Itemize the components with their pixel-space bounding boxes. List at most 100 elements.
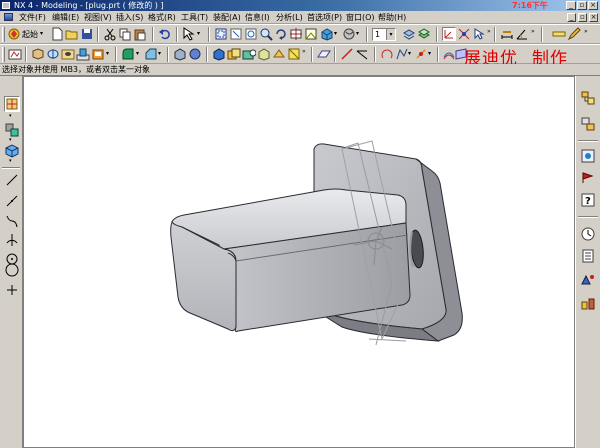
toolbar-overflow-icon[interactable]: »: [531, 28, 535, 35]
sew-icon[interactable]: [188, 47, 202, 61]
web-browser-icon[interactable]: [580, 148, 596, 164]
menu-assemblies[interactable]: 装配(A): [213, 12, 241, 23]
cut-icon[interactable]: [103, 27, 117, 41]
line-icon[interactable]: [355, 47, 369, 61]
assembly-navigator-icon[interactable]: [580, 90, 596, 106]
shaded-cube-icon[interactable]: [4, 143, 20, 159]
pencil-icon[interactable]: [567, 27, 581, 41]
constraint-icon[interactable]: [580, 296, 596, 312]
chevron-down-icon[interactable]: ▾: [136, 50, 139, 57]
history-icon[interactable]: [580, 170, 596, 186]
zoom-in-out-icon[interactable]: [259, 27, 273, 41]
wcs-icon[interactable]: [442, 27, 456, 41]
toolbar-grip[interactable]: [2, 27, 5, 42]
measure-distance-icon[interactable]: [500, 27, 514, 41]
app-icon[interactable]: [2, 2, 10, 9]
shaded-view-icon[interactable]: [320, 27, 334, 41]
extrude-icon[interactable]: [31, 47, 45, 61]
intersect-icon[interactable]: [257, 47, 271, 61]
chamfer-icon[interactable]: [144, 47, 158, 61]
menu-window[interactable]: 窗口(O): [346, 12, 375, 23]
hide-icon[interactable]: [4, 122, 20, 138]
plug-model[interactable]: [24, 77, 575, 448]
chevron-down-icon[interactable]: ▾: [356, 30, 359, 37]
zoom-window-icon[interactable]: [244, 27, 258, 41]
close-button[interactable]: ×: [588, 1, 598, 10]
render-style-icon[interactable]: [342, 27, 356, 41]
split-body-icon[interactable]: [287, 47, 301, 61]
doc-close-button[interactable]: ×: [589, 13, 598, 22]
chevron-down-icon[interactable]: ▾: [428, 50, 431, 57]
restore-button[interactable]: ▫: [577, 1, 587, 10]
chevron-down-icon[interactable]: ▾: [40, 30, 43, 37]
measure-angle-icon[interactable]: [515, 27, 529, 41]
menu-file[interactable]: 文件(F): [19, 12, 46, 23]
subtract-icon[interactable]: [242, 47, 257, 61]
save-icon[interactable]: [80, 27, 94, 41]
ruler-icon[interactable]: [552, 27, 566, 41]
menu-edit[interactable]: 编辑(E): [52, 12, 79, 23]
snap-icon[interactable]: [4, 96, 20, 112]
copy-icon[interactable]: [118, 27, 132, 41]
toolbar-overflow-icon[interactable]: »: [302, 48, 306, 55]
graphics-window[interactable]: [23, 76, 575, 448]
selection-filter-icon[interactable]: [182, 27, 196, 41]
start-icon[interactable]: [7, 27, 21, 41]
snap-point-icon[interactable]: [457, 27, 471, 41]
menu-tools[interactable]: 工具(T): [181, 12, 208, 23]
line-tool-icon[interactable]: [4, 172, 20, 188]
point-icon[interactable]: [414, 47, 428, 61]
arc-tool-icon[interactable]: [4, 232, 20, 248]
menu-preferences[interactable]: 首选项(P): [307, 12, 342, 23]
undo-icon[interactable]: [158, 27, 172, 41]
menu-help[interactable]: 帮助(H): [378, 12, 406, 23]
pocket-icon[interactable]: [91, 47, 105, 61]
revolve-icon[interactable]: [46, 47, 60, 61]
paste-icon[interactable]: [133, 27, 147, 41]
unite-icon[interactable]: [227, 47, 241, 61]
hole-icon[interactable]: [61, 47, 75, 61]
roles-icon[interactable]: [580, 272, 596, 288]
sketch-icon[interactable]: [8, 47, 22, 61]
minimize-button[interactable]: _: [566, 1, 576, 10]
menu-view[interactable]: 视图(V): [84, 12, 112, 23]
layer-dropdown[interactable]: 1 ▾: [372, 28, 396, 41]
datum-plane-icon[interactable]: [317, 47, 331, 61]
chevron-down-icon[interactable]: ▾: [386, 29, 395, 40]
rotate-icon[interactable]: [274, 27, 288, 41]
clock-icon[interactable]: [580, 226, 596, 242]
document-icon[interactable]: [4, 13, 13, 21]
menu-insert[interactable]: 插入(S): [116, 12, 143, 23]
move-to-layer-icon[interactable]: [417, 27, 431, 41]
select-icon[interactable]: [472, 27, 486, 41]
help-icon[interactable]: ?: [580, 192, 596, 208]
shell-icon[interactable]: [173, 47, 187, 61]
polyline-icon[interactable]: [4, 193, 20, 209]
list-icon[interactable]: [580, 248, 596, 264]
fit-view-icon[interactable]: [214, 27, 228, 41]
pan-icon[interactable]: [289, 27, 303, 41]
perspective-icon[interactable]: [304, 27, 318, 41]
zoom-icon[interactable]: [229, 27, 243, 41]
menu-analysis[interactable]: 分析(L): [276, 12, 303, 23]
spline-icon[interactable]: [4, 213, 20, 229]
toolbar-overflow-icon[interactable]: »: [584, 28, 588, 35]
layer-settings-icon[interactable]: [402, 27, 416, 41]
datum-axis-icon[interactable]: [340, 47, 354, 61]
start-label[interactable]: 起始: [22, 29, 38, 40]
doc-minimize-button[interactable]: _: [567, 13, 576, 22]
boss-icon[interactable]: [76, 47, 90, 61]
chevron-down-icon[interactable]: ▾: [9, 113, 12, 119]
instance-icon[interactable]: [212, 47, 226, 61]
point-tool-icon[interactable]: [4, 282, 20, 298]
chevron-down-icon[interactable]: ▾: [106, 50, 109, 57]
menu-information[interactable]: 信息(I): [245, 12, 270, 23]
part-navigator-icon[interactable]: [580, 116, 596, 132]
new-file-icon[interactable]: [50, 27, 64, 41]
chevron-down-icon[interactable]: ▾: [9, 158, 12, 164]
chevron-down-icon[interactable]: ▾: [334, 30, 337, 37]
chevron-down-icon[interactable]: ▾: [197, 30, 200, 37]
trim-body-icon[interactable]: [272, 47, 286, 61]
curve-icon[interactable]: [395, 47, 409, 61]
toolbar-grip[interactable]: [2, 47, 5, 62]
